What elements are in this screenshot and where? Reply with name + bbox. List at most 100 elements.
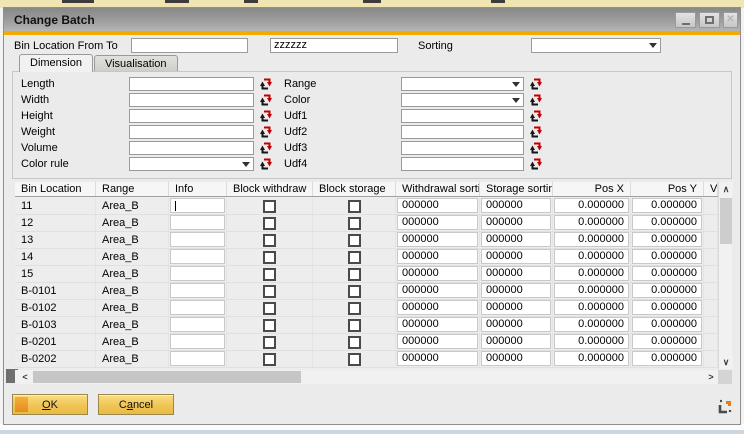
sync-icon[interactable] [529, 157, 543, 171]
sync-icon[interactable] [259, 109, 273, 123]
pos-y-cell-input[interactable]: 0.000000 [632, 317, 702, 332]
storage-sorting-cell-input[interactable]: 000000 [481, 232, 551, 247]
tab-visualisation[interactable]: Visualisation [94, 55, 178, 72]
block-withdraw-checkbox[interactable] [263, 251, 276, 264]
horizontal-scrollbar[interactable]: < > [15, 370, 718, 384]
block-storage-checkbox[interactable] [348, 251, 361, 264]
pos-y-cell-input[interactable]: 0.000000 [632, 334, 702, 349]
block-withdraw-checkbox[interactable] [263, 268, 276, 281]
scroll-right-button[interactable]: > [704, 370, 718, 384]
cancel-button[interactable]: Cancel [98, 394, 174, 415]
block-withdraw-checkbox[interactable] [263, 285, 276, 298]
block-withdraw-checkbox[interactable] [263, 234, 276, 247]
sync-icon[interactable] [259, 141, 273, 155]
info-cell-input[interactable] [170, 232, 225, 247]
pos-x-cell-input[interactable]: 0.000000 [554, 351, 629, 366]
storage-sorting-cell-input[interactable]: 000000 [481, 351, 551, 366]
storage-sorting-cell-input[interactable]: 000000 [481, 215, 551, 230]
block-withdraw-checkbox[interactable] [263, 319, 276, 332]
horizontal-scroll-thumb[interactable] [33, 371, 301, 383]
close-button[interactable]: ✕ [723, 12, 738, 28]
sync-icon[interactable] [529, 77, 543, 91]
info-cell-input[interactable] [170, 317, 225, 332]
withdrawal-sorting-cell-input[interactable]: 000000 [397, 317, 478, 332]
info-cell-input[interactable] [170, 266, 225, 281]
withdrawal-sorting-cell-input[interactable]: 000000 [397, 266, 478, 281]
pos-x-cell-input[interactable]: 0.000000 [554, 249, 629, 264]
withdrawal-sorting-cell-input[interactable]: 000000 [397, 351, 478, 366]
udf3-input[interactable] [401, 141, 524, 155]
pos-y-cell-input[interactable]: 0.000000 [632, 215, 702, 230]
pos-y-cell-input[interactable]: 0.000000 [632, 266, 702, 281]
info-cell-input[interactable] [170, 334, 225, 349]
block-storage-checkbox[interactable] [348, 268, 361, 281]
column-header-withdrawal-sorting[interactable]: Withdrawal sorting [396, 182, 480, 196]
vertical-scroll-thumb[interactable] [720, 198, 732, 244]
column-header-block-withdraw[interactable]: Block withdraw [227, 182, 313, 196]
pos-y-cell-input[interactable]: 0.000000 [632, 198, 702, 213]
sync-icon[interactable] [259, 125, 273, 139]
scroll-left-button[interactable]: < [18, 370, 32, 384]
block-storage-checkbox[interactable] [348, 319, 361, 332]
withdrawal-sorting-cell-input[interactable]: 000000 [397, 198, 478, 213]
block-withdraw-checkbox[interactable] [263, 217, 276, 230]
storage-sorting-cell-input[interactable]: 000000 [481, 198, 551, 213]
scroll-down-button[interactable]: ∨ [719, 355, 733, 369]
block-storage-checkbox[interactable] [348, 302, 361, 315]
pos-x-cell-input[interactable]: 0.000000 [554, 215, 629, 230]
column-header-vi[interactable]: Vi [704, 182, 718, 196]
block-storage-checkbox[interactable] [348, 353, 361, 366]
pos-x-cell-input[interactable]: 0.000000 [554, 334, 629, 349]
maximize-button[interactable] [699, 12, 720, 28]
color-dropdown[interactable] [401, 93, 524, 107]
column-header-bin[interactable]: Bin Location [15, 182, 96, 196]
length-input[interactable] [129, 77, 254, 91]
scroll-up-button[interactable]: ∧ [719, 182, 733, 196]
block-storage-checkbox[interactable] [348, 336, 361, 349]
column-header-pos-x[interactable]: Pos X [553, 182, 631, 196]
pos-x-cell-input[interactable]: 0.000000 [554, 266, 629, 281]
storage-sorting-cell-input[interactable]: 000000 [481, 300, 551, 315]
udf4-input[interactable] [401, 157, 524, 171]
info-cell-input[interactable] [170, 198, 225, 213]
info-cell-input[interactable] [170, 351, 225, 366]
height-input[interactable] [129, 109, 254, 123]
info-cell-input[interactable] [170, 300, 225, 315]
block-withdraw-checkbox[interactable] [263, 353, 276, 366]
pos-y-cell-input[interactable]: 0.000000 [632, 300, 702, 315]
column-header-info[interactable]: Info [169, 182, 227, 196]
vertical-scrollbar[interactable]: ∧ ∨ [718, 182, 732, 369]
storage-sorting-cell-input[interactable]: 000000 [481, 334, 551, 349]
bin-location-to-input[interactable]: zzzzzz [270, 38, 398, 53]
pos-x-cell-input[interactable]: 0.000000 [554, 232, 629, 247]
color-rule-dropdown[interactable] [129, 157, 254, 171]
block-withdraw-checkbox[interactable] [263, 200, 276, 213]
info-cell-input[interactable] [170, 283, 225, 298]
sorting-dropdown[interactable] [531, 38, 661, 53]
pos-x-cell-input[interactable]: 0.000000 [554, 300, 629, 315]
block-storage-checkbox[interactable] [348, 200, 361, 213]
volume-input[interactable] [129, 141, 254, 155]
withdrawal-sorting-cell-input[interactable]: 000000 [397, 334, 478, 349]
title-bar[interactable]: Change Batch ✕ [4, 8, 740, 31]
storage-sorting-cell-input[interactable]: 000000 [481, 283, 551, 298]
sync-icon[interactable] [529, 125, 543, 139]
pos-x-cell-input[interactable]: 0.000000 [554, 283, 629, 298]
pos-x-cell-input[interactable]: 0.000000 [554, 317, 629, 332]
width-input[interactable] [129, 93, 254, 107]
storage-sorting-cell-input[interactable]: 000000 [481, 266, 551, 281]
pos-y-cell-input[interactable]: 0.000000 [632, 249, 702, 264]
bin-location-from-input[interactable] [131, 38, 248, 53]
tab-dimension[interactable]: Dimension [19, 54, 93, 72]
udf2-input[interactable] [401, 125, 524, 139]
block-withdraw-checkbox[interactable] [263, 336, 276, 349]
storage-sorting-cell-input[interactable]: 000000 [481, 317, 551, 332]
block-storage-checkbox[interactable] [348, 285, 361, 298]
range-dropdown[interactable] [401, 77, 524, 91]
withdrawal-sorting-cell-input[interactable]: 000000 [397, 232, 478, 247]
block-storage-checkbox[interactable] [348, 217, 361, 230]
ok-button[interactable]: OK [12, 394, 88, 415]
info-cell-input[interactable] [170, 249, 225, 264]
column-header-block-storage[interactable]: Block storage [313, 182, 396, 196]
block-withdraw-checkbox[interactable] [263, 302, 276, 315]
